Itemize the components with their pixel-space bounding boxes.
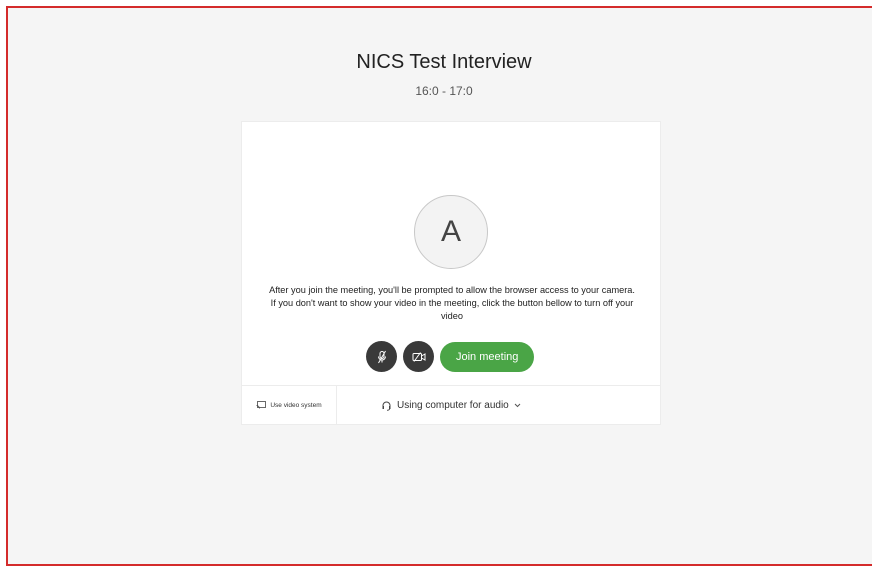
- meeting-title: NICS Test Interview: [356, 51, 532, 73]
- meeting-controls: Join meeting: [366, 341, 535, 372]
- avatar: A: [414, 195, 488, 269]
- mute-button[interactable]: [366, 341, 397, 372]
- mic-off-icon: [377, 350, 386, 363]
- card-footer: Use video system Using computer for audi…: [242, 385, 660, 424]
- avatar-letter: A: [440, 215, 461, 248]
- join-meeting-button[interactable]: Join meeting: [440, 341, 535, 372]
- video-off-icon: [412, 351, 425, 362]
- page-frame: NICS Test Interview 16:0 - 17:0 A After …: [6, 6, 872, 566]
- stop-video-button[interactable]: [403, 341, 434, 372]
- headset-icon: [382, 401, 391, 411]
- audio-selector[interactable]: Using computer for audio: [337, 386, 660, 424]
- use-video-system-label: Use video system: [270, 401, 322, 409]
- preview-card: A After you join the meeting, you'll be …: [241, 121, 661, 425]
- use-video-system-button[interactable]: Use video system: [242, 386, 337, 424]
- cast-icon: [256, 401, 267, 409]
- audio-label: Using computer for audio: [397, 399, 509, 411]
- meeting-time: 16:0 - 17:0: [415, 84, 473, 98]
- chevron-down-icon: [514, 403, 521, 407]
- camera-info-message: After you join the meeting, you'll be pr…: [269, 285, 635, 321]
